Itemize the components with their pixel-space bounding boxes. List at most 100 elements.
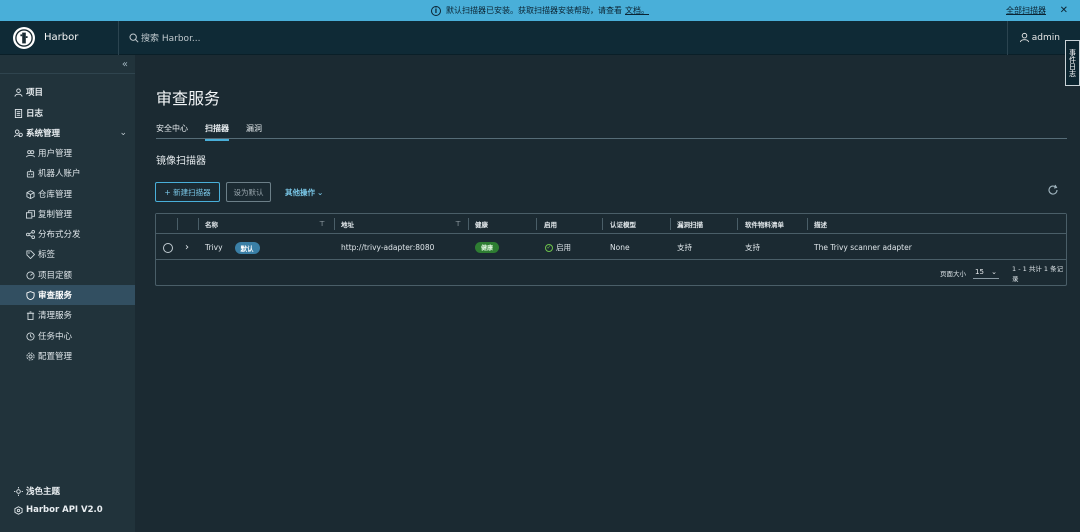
sidebar-item-label: 审查服务	[38, 291, 73, 301]
filter-icon[interactable]: ⊤	[319, 220, 325, 228]
table-row[interactable]: › Trivy 默认 http://trivy-adapter:8080 健康 …	[156, 235, 1066, 260]
sidebar-item-projects[interactable]: 项目	[0, 82, 135, 102]
datagrid-footer: 页面大小 15 ⌄ 1 - 1 共计 1 条记录	[156, 260, 1066, 285]
banner-docs-link[interactable]: 文档。	[625, 5, 649, 16]
robot-icon	[25, 168, 35, 178]
tab-vulnerability[interactable]: 漏洞	[246, 123, 262, 139]
sidebar-item-tasks[interactable]: 任务中心	[0, 326, 135, 346]
header-divider	[118, 20, 119, 55]
sidebar-item-label: 用户管理	[38, 149, 73, 159]
close-icon[interactable]: ✕	[1060, 5, 1068, 16]
column-separator	[737, 218, 738, 230]
other-actions-dropdown[interactable]: 其他操作 ⌄	[285, 182, 323, 202]
sidebar-item-label: 项目定额	[38, 271, 73, 281]
column-header-health[interactable]: 健康	[475, 214, 488, 234]
expand-row-icon[interactable]: ›	[185, 235, 189, 260]
radio-button[interactable]	[163, 242, 173, 253]
pagination-summary: 1 - 1 共计 1 条记录	[1012, 264, 1064, 283]
sidebar-item-label: 清理服务	[38, 311, 73, 321]
scanner-name[interactable]: Trivy	[205, 243, 223, 252]
column-separator	[670, 218, 671, 230]
header-divider-right	[1007, 21, 1008, 55]
search-icon	[129, 33, 139, 43]
tab-bar: 安全中心 扫描器 漏洞	[156, 123, 1067, 141]
sidebar-item-admin[interactable]: 系统管理 ⌄	[0, 123, 135, 143]
column-separator	[198, 218, 199, 230]
refresh-icon[interactable]	[1047, 184, 1059, 196]
scanner-name-cell: Trivy 默认	[205, 235, 260, 260]
new-scanner-button[interactable]: + 新建扫描器	[155, 182, 220, 202]
scanner-description: The Trivy scanner adapter	[814, 243, 912, 252]
column-separator	[807, 218, 808, 230]
admin-icon	[13, 128, 23, 138]
page-size-value: 15	[975, 267, 984, 276]
page-size-label: 页面大小	[940, 269, 966, 278]
registry-icon	[25, 189, 35, 199]
sidebar-item-quota[interactable]: 项目定额	[0, 265, 135, 285]
column-separator	[334, 218, 335, 230]
column-header-endpoint[interactable]: 地址	[341, 214, 354, 234]
row-select-radio[interactable]	[163, 235, 173, 260]
page-size-select[interactable]: 15 ⌄	[973, 265, 999, 279]
column-header-description[interactable]: 描述	[814, 214, 827, 234]
theme-toggle[interactable]: 浅色主题	[13, 485, 60, 497]
health-badge: 健康	[475, 242, 500, 253]
other-actions-label: 其他操作	[285, 187, 315, 197]
collapse-sidebar-icon[interactable]: «	[122, 59, 128, 70]
sidebar-item-config[interactable]: 配置管理	[0, 346, 135, 366]
auth-model: None	[610, 243, 630, 252]
shield-icon	[25, 290, 35, 300]
sidebar-item-interrogation[interactable]: 审查服务	[0, 285, 135, 305]
top-header: Harbor 搜索 Harbor... admin	[0, 20, 1080, 55]
brand-name[interactable]: Harbor	[44, 32, 118, 43]
tasks-icon	[25, 331, 35, 341]
chevron-down-icon[interactable]: ⌄	[119, 128, 127, 138]
default-badge: 默认	[234, 241, 260, 254]
replication-icon	[25, 209, 35, 219]
sidebar-item-label: 复制管理	[38, 210, 73, 220]
column-header-vuln-scan[interactable]: 漏洞扫描	[677, 214, 703, 234]
sidebar-item-registry[interactable]: 仓库管理	[0, 184, 135, 204]
sidebar-item-logs[interactable]: 日志	[0, 103, 135, 123]
global-search[interactable]: 搜索 Harbor...	[129, 31, 201, 44]
column-separator	[177, 218, 178, 230]
tab-security-hub[interactable]: 安全中心	[156, 123, 188, 139]
enabled-cell: ✓ 启用	[545, 235, 571, 260]
sidebar-item-label: 分布式分发	[38, 230, 81, 240]
sidebar-item-label: 仓库管理	[38, 190, 73, 200]
sidebar-divider	[0, 73, 135, 74]
sidebar-item-replication[interactable]: 复制管理	[0, 204, 135, 224]
user-menu[interactable]: admin	[1019, 32, 1060, 43]
column-separator	[536, 218, 537, 230]
sidebar-item-label: 系统管理	[26, 129, 61, 139]
chevron-down-icon: ⌄	[991, 267, 997, 276]
scanner-endpoint: http://trivy-adapter:8080	[341, 243, 435, 252]
tab-scanners[interactable]: 扫描器	[205, 123, 229, 141]
sidebar-item-label: 机器人账户	[38, 169, 81, 179]
api-explorer-link[interactable]: Harbor API V2.0	[13, 505, 103, 515]
filter-icon[interactable]: ⊤	[455, 220, 461, 228]
search-input[interactable]: 搜索 Harbor...	[141, 31, 201, 44]
harbor-logo-icon[interactable]	[13, 26, 35, 49]
column-separator	[468, 218, 469, 230]
sidebar-item-gc[interactable]: 清理服务	[0, 305, 135, 325]
sidebar-item-robot[interactable]: 机器人账户	[0, 163, 135, 183]
page-title: 审查服务	[156, 89, 221, 108]
sidebar-item-users[interactable]: 用户管理	[0, 143, 135, 163]
info-icon: i	[431, 5, 441, 16]
set-default-button[interactable]: 设为默认	[226, 182, 271, 202]
column-header-sbom[interactable]: 软件物料清单	[745, 214, 784, 234]
sun-icon	[13, 486, 23, 496]
column-header-enabled[interactable]: 启用	[544, 214, 557, 234]
sidebar-item-tags[interactable]: 标签	[0, 244, 135, 264]
column-header-name[interactable]: 名称	[205, 214, 218, 234]
quota-icon	[25, 270, 35, 280]
scanner-datagrid: 名称 ⊤ 地址 ⊤ 健康 启用 认证模型 漏洞扫描 软件物料清单 描述 › Tr…	[155, 213, 1067, 286]
column-header-auth[interactable]: 认证模型	[610, 214, 636, 234]
check-circle-icon: ✓	[545, 243, 553, 252]
all-scanners-link[interactable]: 全部扫描器	[1006, 5, 1046, 16]
alert-banner: i 默认扫描器已安装。获取扫描器安装帮助，请查看 文档。 全部扫描器 ✕	[0, 0, 1080, 21]
logs-icon	[13, 108, 23, 118]
config-icon	[25, 351, 35, 361]
sidebar-item-distribution[interactable]: 分布式分发	[0, 224, 135, 244]
